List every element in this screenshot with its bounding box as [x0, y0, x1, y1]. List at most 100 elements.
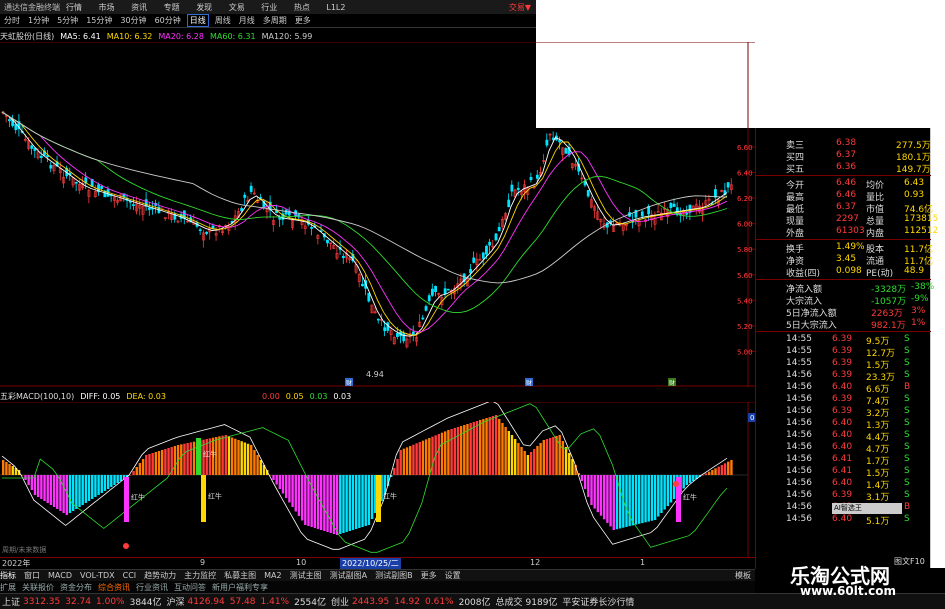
indicator-tab[interactable]: 测试副图A	[330, 570, 367, 581]
main-chart-legend: 天虹股份(日线) MA5: 6.41 MA10: 6.32 MA20: 6.28…	[0, 30, 536, 42]
info-tab[interactable]: 资金分布	[60, 582, 92, 593]
candle-body	[488, 241, 492, 246]
macd-bar	[345, 475, 348, 532]
side-icon-strip[interactable]	[930, 128, 945, 568]
macd-chart[interactable]: 0.280.200.100.00-0.10-0.20 红牛红牛红牛红牛红牛 周期…	[0, 402, 755, 557]
macd-bar	[361, 475, 364, 527]
candle-body	[147, 207, 151, 210]
period-tab[interactable]: 分时	[2, 15, 22, 26]
money-flow-row-cell: 1%	[911, 318, 926, 328]
info-tab-active[interactable]: 综合资讯	[98, 582, 130, 593]
index-pct: 1.00%	[96, 596, 125, 607]
indicator-tab[interactable]: MA2	[264, 571, 281, 580]
period-tab[interactable]: 更多	[293, 15, 313, 26]
macd-bar	[237, 440, 240, 475]
candle-body	[240, 208, 244, 212]
ai-select-box[interactable]: AI智选王	[832, 503, 902, 514]
candle-body	[714, 189, 717, 198]
macd-bar	[644, 475, 647, 523]
tick-row-cell: 6.40	[832, 478, 853, 488]
menu-item[interactable]: 文易	[229, 3, 245, 12]
macd-bar	[663, 475, 666, 510]
period-tab[interactable]: 15分钟	[84, 15, 114, 26]
macd-bar	[297, 475, 301, 516]
period-tab[interactable]: 5分钟	[55, 15, 80, 26]
period-tab[interactable]: 1分钟	[26, 15, 51, 26]
macd-bar	[631, 475, 635, 526]
info-tab[interactable]: 行业资讯	[136, 582, 168, 593]
indicator-tab[interactable]: 私募主图	[224, 570, 256, 581]
macd-bar	[533, 449, 536, 475]
macd-bar	[440, 432, 444, 475]
indicator-tab[interactable]: 趋势动力	[144, 570, 176, 581]
macd-bar	[727, 461, 730, 475]
period-tab[interactable]: 60分钟	[153, 15, 183, 26]
macd-bar	[78, 475, 81, 507]
info-tab[interactable]: 关联报价	[22, 582, 54, 593]
indicator-tab[interactable]: 窗口	[24, 570, 40, 581]
macd-bar	[469, 423, 472, 475]
menu-item[interactable]: 行业	[261, 3, 277, 12]
macd-bar	[221, 435, 224, 475]
macd-bar	[618, 475, 622, 529]
indicator-tab[interactable]: 测试主图	[290, 570, 322, 581]
period-tab-active[interactable]: 日线	[186, 14, 209, 27]
menu-item[interactable]: 专题	[164, 3, 180, 12]
menu-item[interactable]: 资讯	[131, 3, 147, 12]
f10-link[interactable]: 图文F10	[894, 556, 925, 567]
info-tab[interactable]: 扩展	[0, 582, 16, 593]
period-tab[interactable]: 月线	[237, 15, 257, 26]
quote-stat-row: 外盘 61303 内盘 112512	[756, 226, 938, 239]
macd-bar	[393, 468, 396, 475]
order-book-row-cell: 6.37	[836, 150, 857, 160]
tick-row-cell: 14:56	[786, 490, 812, 500]
candle-body	[507, 199, 511, 208]
info-tab[interactable]: 互动问答	[174, 582, 206, 593]
macd-bar	[313, 475, 317, 528]
indicator-tab[interactable]: 设置	[445, 570, 461, 581]
indicator-tab[interactable]: 主力监控	[184, 570, 216, 581]
trade-menu[interactable]: 交易▼	[509, 2, 531, 13]
macd-bar	[56, 475, 59, 509]
menu-item[interactable]: 热点	[294, 3, 310, 12]
macd-bar	[660, 475, 663, 513]
index-label[interactable]: 创业	[331, 595, 349, 608]
candle-body	[132, 204, 135, 206]
period-tab[interactable]: 多周期	[261, 15, 289, 26]
indicator-tab[interactable]: 更多	[421, 570, 437, 581]
info-tabbar: 扩展 关联报价 资金分布 综合资讯 行业资讯 互动问答 新用户福利专享	[0, 581, 755, 593]
broker-label: 平安证券长沙行情	[562, 598, 635, 608]
macd-bar	[294, 475, 297, 512]
candle-body	[434, 285, 437, 293]
candle-body	[326, 239, 329, 244]
info-tab[interactable]: 新用户福利专享	[212, 582, 268, 593]
menu-item[interactable]: L1L2	[326, 3, 345, 12]
indicator-tab[interactable]: CCI	[123, 571, 137, 580]
index-label[interactable]: 上证	[2, 595, 20, 608]
template-tab[interactable]: 模板	[735, 570, 751, 581]
tick-row-cell: 6.41	[832, 454, 853, 464]
indicator-tab[interactable]: MACD	[48, 571, 72, 580]
macd-bar	[580, 475, 584, 481]
indicator-tab[interactable]: 指标	[0, 570, 16, 581]
candlestick-chart[interactable]: 6.60 6.40 6.20 6.00 5.80 5.60 5.40 5.20 5.00 4.9…	[0, 42, 755, 387]
tick-row: 14:56 6.40 1.3万 S	[756, 418, 931, 431]
period-tab[interactable]: 30分钟	[118, 15, 148, 26]
macd-bar	[723, 463, 727, 475]
menu-item[interactable]: 发现	[196, 3, 212, 12]
macd-bar	[24, 475, 27, 480]
indicator-tab[interactable]: VOL-TDX	[80, 571, 115, 580]
macd-bar	[2, 460, 5, 475]
index-label[interactable]: 沪深	[167, 595, 185, 608]
menu-item[interactable]: 市场	[99, 3, 115, 12]
period-tab[interactable]: 周线	[213, 15, 233, 26]
indicator-tab[interactable]: 测试副图B	[375, 570, 413, 581]
macd-bar	[180, 444, 183, 475]
macd-bar	[323, 475, 326, 531]
order-book-row: 买五 6.36 149.7万	[756, 162, 931, 175]
menu-item[interactable]: 行情	[66, 3, 82, 12]
signal-dot-icon	[673, 481, 679, 487]
candle-body	[726, 182, 730, 188]
tick-row: 14:56 6.40 1.4万 S	[756, 478, 931, 491]
quote-stat-row: 收益(四) 0.098 PE(动) 48.9	[756, 266, 931, 279]
